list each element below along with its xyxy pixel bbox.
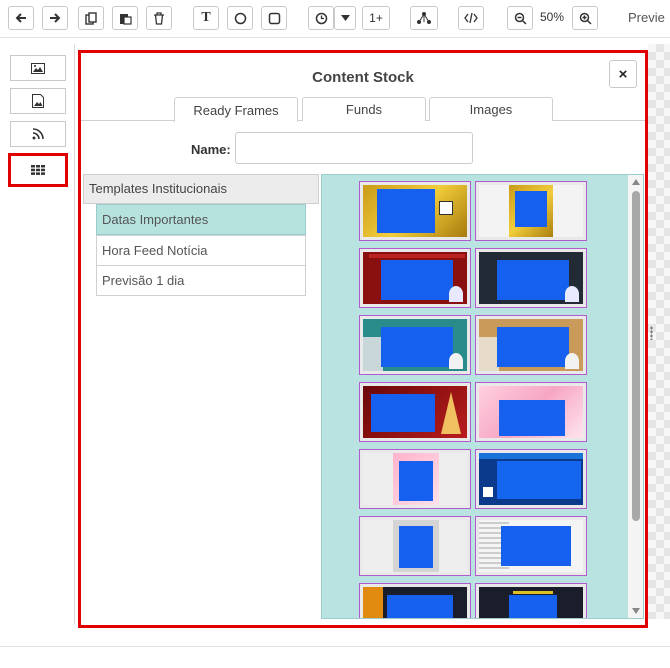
bottom-divider	[0, 646, 670, 647]
circle-tool-button[interactable]	[227, 6, 253, 30]
category-header[interactable]: Templates Institucionais	[83, 174, 319, 204]
category-item-datas-importantes[interactable]: Datas Importantes	[96, 204, 306, 235]
frame-thumbnail[interactable]	[475, 449, 587, 509]
clock-dropdown-button[interactable]	[334, 6, 356, 30]
frame-thumbnail[interactable]	[359, 248, 471, 308]
tab-ready-frames[interactable]: Ready Frames	[174, 97, 298, 122]
frame-thumbnail[interactable]	[359, 382, 471, 442]
image-file-button[interactable]	[10, 88, 66, 114]
tab-images[interactable]: Images	[429, 97, 553, 121]
copy-button[interactable]	[78, 6, 104, 30]
category-item-hora-feed-noticia[interactable]: Hora Feed Notícia	[96, 235, 306, 266]
image-icon	[31, 62, 45, 74]
image-file-icon	[32, 94, 44, 108]
scroll-thumb[interactable]	[632, 191, 640, 521]
arrow-right-icon	[50, 13, 61, 23]
zoom-out-icon	[514, 12, 527, 25]
frame-thumbnail[interactable]	[359, 583, 471, 618]
frame-thumbnail[interactable]	[475, 248, 587, 308]
delete-button[interactable]	[146, 6, 172, 30]
frames-grid	[321, 174, 644, 619]
caret-down-icon	[340, 15, 350, 21]
top-toolbar: T 1+ 50% Previe	[0, 0, 670, 38]
frame-thumbnail[interactable]	[475, 583, 587, 618]
frame-thumbnail[interactable]	[475, 382, 587, 442]
frame-thumbnail[interactable]	[475, 516, 587, 576]
close-icon: ×	[618, 65, 628, 83]
grid-icon	[31, 165, 45, 175]
code-view-button[interactable]	[458, 6, 484, 30]
trash-icon	[154, 11, 164, 25]
frames-scrollbar[interactable]	[628, 175, 643, 618]
preview-link[interactable]: Previe	[628, 10, 665, 25]
redo-button[interactable]	[42, 6, 68, 30]
scroll-down-icon[interactable]	[632, 608, 640, 614]
frame-thumbnail[interactable]	[359, 315, 471, 375]
hierarchy-button[interactable]	[410, 6, 438, 30]
circle-icon	[234, 12, 246, 24]
paste-button[interactable]	[112, 6, 138, 30]
zoom-in-button[interactable]	[572, 6, 598, 30]
clock-tool-button[interactable]	[308, 6, 334, 30]
paste-icon	[119, 13, 132, 25]
zoom-level: 50%	[540, 10, 565, 24]
copy-icon	[84, 11, 97, 25]
frame-thumbnail[interactable]	[475, 181, 587, 241]
scroll-up-icon[interactable]	[632, 179, 640, 185]
frame-thumbnail[interactable]	[475, 315, 587, 375]
frame-thumbnail[interactable]	[359, 516, 471, 576]
rss-icon	[32, 128, 44, 140]
name-label: Name:	[191, 142, 231, 157]
frame-thumbnail[interactable]	[359, 181, 471, 241]
hierarchy-icon	[417, 12, 431, 24]
category-item-previsao-1-dia[interactable]: Previsão 1 dia	[96, 265, 306, 296]
zoom-out-button[interactable]	[507, 6, 533, 30]
frame-thumbnail[interactable]	[359, 449, 471, 509]
clock-icon	[315, 12, 327, 24]
code-icon	[464, 12, 478, 24]
rail-divider	[74, 44, 75, 624]
modal-title: Content Stock	[312, 69, 414, 86]
rectangle-tool-button[interactable]	[261, 6, 287, 30]
undo-button[interactable]	[8, 6, 34, 30]
text-tool-button[interactable]: T	[193, 6, 219, 30]
resize-handle[interactable]	[650, 326, 653, 340]
name-input[interactable]	[235, 132, 473, 164]
zoom-in-icon	[579, 12, 592, 25]
image-tool-button[interactable]	[10, 55, 66, 81]
close-button[interactable]: ×	[609, 60, 637, 88]
rss-feed-button[interactable]	[10, 121, 66, 147]
tab-funds[interactable]: Funds	[302, 97, 426, 121]
arrow-left-icon	[15, 13, 26, 23]
content-stock-modal: Content Stock × Ready Frames Funds Image…	[78, 50, 648, 628]
content-stock-button[interactable]	[8, 153, 68, 187]
counter-tool-button[interactable]: 1+	[362, 6, 390, 30]
square-icon	[268, 12, 280, 24]
